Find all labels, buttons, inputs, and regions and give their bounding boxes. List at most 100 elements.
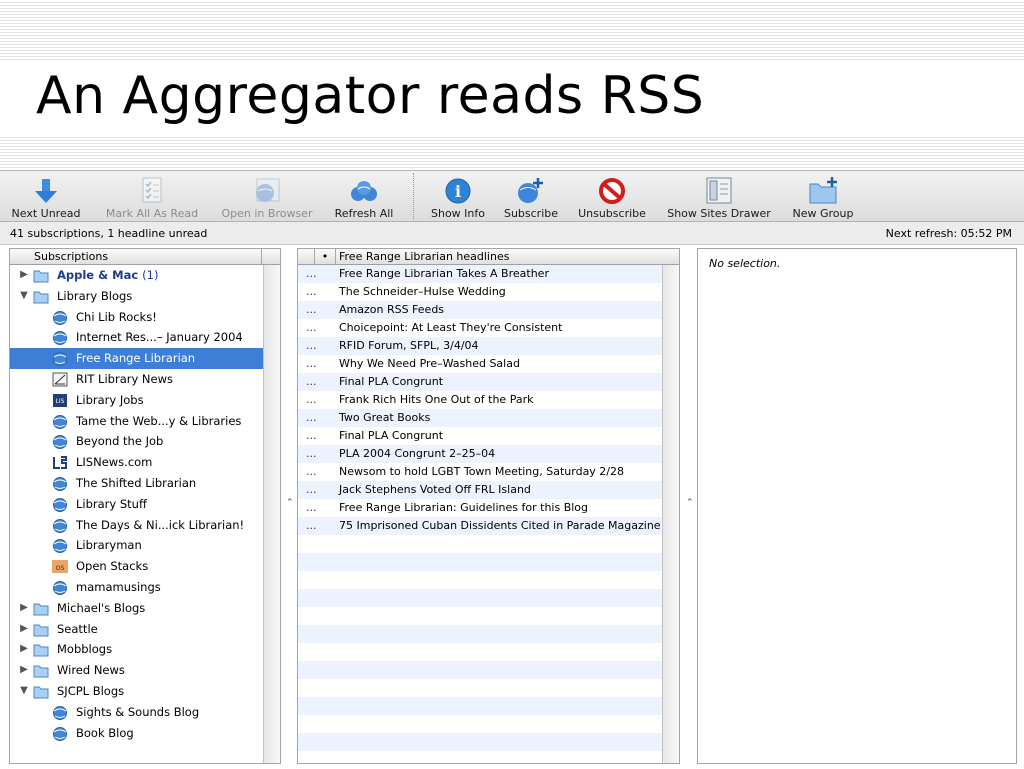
- subscription-feed[interactable]: Chi Lib Rocks!: [10, 307, 263, 328]
- openstacks-icon: os: [52, 559, 68, 574]
- globe-icon: [52, 580, 68, 595]
- open-in-browser-button[interactable]: Open in Browser: [214, 171, 320, 221]
- headline-row[interactable]: ... Free Range Librarian Takes A Breather: [298, 265, 662, 283]
- subscription-feed[interactable]: Library Stuff: [10, 494, 263, 515]
- subscription-feed[interactable]: Libraryman: [10, 535, 263, 556]
- refresh-all-label: Refresh All: [334, 207, 394, 220]
- headline-row[interactable]: ... Free Range Librarian: Guidelines for …: [298, 499, 662, 517]
- disclosure-open-icon[interactable]: ▼: [19, 681, 29, 702]
- subscriptions-list: ▶ Apple & Mac (1) ▼ Library Blogs Chi Lib Roc…: [10, 265, 263, 743]
- subscriptions-header-label: Subscriptions: [34, 250, 109, 263]
- headline-title: Frank Rich Hits One Out of the Park: [339, 393, 534, 406]
- subscription-group[interactable]: ▶ Michael's Blogs: [10, 598, 263, 619]
- new-group-button[interactable]: New Group: [784, 171, 862, 221]
- subscription-feed[interactable]: Internet Res...– January 2004: [10, 327, 263, 348]
- disclosure-closed-icon[interactable]: ▶: [19, 660, 29, 681]
- headlines-column-header[interactable]: • Free Range Librarian headlines: [298, 249, 679, 265]
- subscription-feed[interactable]: The Days & Ni...ick Librarian!: [10, 515, 263, 536]
- subscription-feed[interactable]: Free Range Librarian: [10, 348, 263, 369]
- subscription-feed[interactable]: Beyond the Job: [10, 431, 263, 452]
- subscription-label: Book Blog: [76, 723, 134, 744]
- next-unread-button[interactable]: Next Unread: [6, 171, 86, 221]
- headline-title: The Schneider–Hulse Wedding: [339, 285, 506, 298]
- subscription-group[interactable]: ▶ Wired News: [10, 660, 263, 681]
- headline-row[interactable]: ... Newsom to hold LGBT Town Meeting, Sat…: [298, 463, 662, 481]
- subscription-name: Library Blogs: [57, 288, 133, 303]
- disclosure-open-icon[interactable]: ▼: [19, 286, 29, 307]
- folder-icon: [33, 601, 49, 616]
- splitter-left[interactable]: ⌃: [284, 248, 294, 762]
- slide-title: An Aggregator reads RSS: [36, 66, 705, 126]
- subscription-name: Libraryman: [76, 538, 142, 553]
- subscription-feed[interactable]: Sights & Sounds Blog: [10, 702, 263, 723]
- headlines-pane: • Free Range Librarian headlines ... Free…: [297, 248, 680, 764]
- headline-row[interactable]: ... Jack Stephens Voted Off FRL Island: [298, 481, 662, 499]
- subscribe-button[interactable]: Subscribe: [498, 171, 564, 221]
- headline-row[interactable]: ... 75 Imprisoned Cuban Dissidents Cited …: [298, 517, 662, 535]
- headline-row[interactable]: ... Final PLA Congrunt: [298, 373, 662, 391]
- subscription-group[interactable]: ▼ Library Blogs: [10, 286, 263, 307]
- subscription-feed[interactable]: Book Blog: [10, 723, 263, 744]
- headline-row[interactable]: ... Final PLA Congrunt: [298, 427, 662, 445]
- headlines-scrollbar[interactable]: [662, 265, 679, 763]
- headline-row[interactable]: ... Choicepoint: At Least They're Consist…: [298, 319, 662, 337]
- disclosure-closed-icon[interactable]: ▶: [19, 639, 29, 660]
- no-selection-text: No selection.: [709, 257, 781, 270]
- headline-title: Free Range Librarian Takes A Breather: [339, 267, 549, 280]
- show-sites-drawer-button[interactable]: Show Sites Drawer: [660, 171, 778, 221]
- globe-icon: [52, 476, 68, 491]
- subscription-feed[interactable]: The Shifted Librarian: [10, 473, 263, 494]
- next-unread-label: Next Unread: [11, 207, 81, 220]
- subscription-label: Beyond the Job: [76, 431, 163, 452]
- unsubscribe-button[interactable]: Unsubscribe: [571, 171, 653, 221]
- subscription-label: Library Stuff: [76, 494, 147, 515]
- headline-title: Jack Stephens Voted Off FRL Island: [339, 483, 531, 496]
- subscription-label: Internet Res...– January 2004: [76, 327, 243, 348]
- subscription-name: Tame the Web...y & Libraries: [76, 413, 242, 428]
- splitter-right[interactable]: ⌃: [684, 248, 694, 762]
- subscription-label: LISNews.com: [76, 452, 152, 473]
- headline-status: ...: [306, 483, 317, 496]
- subscription-feed[interactable]: mamamusings: [10, 577, 263, 598]
- subscription-feed[interactable]: LISNews.com: [10, 452, 263, 473]
- subscription-feed[interactable]: Tame the Web...y & Libraries: [10, 411, 263, 432]
- headline-row[interactable]: ... The Schneider–Hulse Wedding: [298, 283, 662, 301]
- show-info-button[interactable]: i Show Info: [424, 171, 492, 221]
- headline-status: ...: [306, 339, 317, 352]
- subscriptions-column-header[interactable]: Subscriptions: [10, 249, 280, 265]
- checklist-icon: [142, 177, 162, 203]
- subscription-feed[interactable]: RIT Library News: [10, 369, 263, 390]
- subscription-label: SJCPL Blogs: [57, 681, 124, 702]
- headline-row[interactable]: ... Two Great Books: [298, 409, 662, 427]
- headline-row[interactable]: ... PLA 2004 Congrunt 2–25–04: [298, 445, 662, 463]
- headline-row[interactable]: ... Frank Rich Hits One Out of the Park: [298, 391, 662, 409]
- subscription-group[interactable]: ▶ Apple & Mac (1): [10, 265, 263, 286]
- subscription-group[interactable]: ▼ SJCPL Blogs: [10, 681, 263, 702]
- refresh-all-button[interactable]: Refresh All: [326, 171, 402, 221]
- disclosure-closed-icon[interactable]: ▶: [19, 265, 29, 286]
- subscription-name: The Shifted Librarian: [76, 475, 197, 490]
- disclosure-closed-icon[interactable]: ▶: [19, 598, 29, 619]
- headline-status: ...: [306, 303, 317, 316]
- disclosure-closed-icon[interactable]: ▶: [19, 619, 29, 640]
- headline-row[interactable]: ... Amazon RSS Feeds: [298, 301, 662, 319]
- globe-icon: [52, 330, 68, 346]
- globe-plus-icon: [518, 178, 543, 203]
- headline-status: ...: [306, 393, 317, 406]
- show-info-label: Show Info: [431, 207, 485, 220]
- subscription-name: Beyond the Job: [76, 434, 164, 449]
- headline-row[interactable]: ... Why We Need Pre–Washed Salad: [298, 355, 662, 373]
- subscription-group[interactable]: ▶ Seattle: [10, 619, 263, 640]
- subscription-label: Free Range Librarian: [76, 348, 195, 369]
- headline-status: ...: [306, 519, 317, 532]
- subscriptions-scrollbar[interactable]: [263, 265, 280, 763]
- headline-title: 75 Imprisoned Cuban Dissidents Cited in …: [339, 519, 661, 532]
- subscription-name: Mobblogs: [57, 642, 113, 657]
- subscription-feed[interactable]: LIS Library Jobs: [10, 390, 263, 411]
- mark-all-read-button[interactable]: Mark All As Read: [96, 171, 208, 221]
- read-status-column[interactable]: •: [314, 249, 336, 264]
- subscription-group[interactable]: ▶ Mobblogs: [10, 639, 263, 660]
- subscription-feed[interactable]: os Open Stacks: [10, 556, 263, 577]
- feed-chart-icon: [52, 372, 68, 387]
- headline-row[interactable]: ... RFID Forum, SFPL, 3/4/04: [298, 337, 662, 355]
